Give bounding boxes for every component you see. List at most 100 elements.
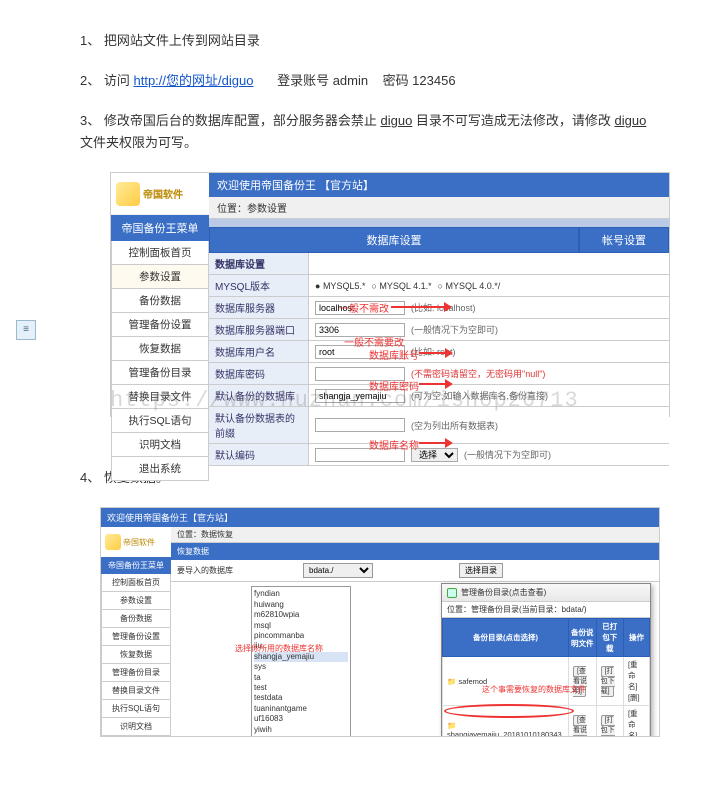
menu-item-mgmt-dir[interactable]: 管理备份目录 (111, 361, 209, 385)
field-label-user: 数据库用户名 (209, 341, 309, 362)
list-item[interactable]: huiwang (254, 600, 348, 610)
cell-dir: shangjayemajiu_20181010180343 (447, 730, 562, 737)
menu-item-params[interactable]: 参数设置 (111, 265, 209, 289)
step-text: 文件夹权限为可写。 (80, 135, 197, 150)
menu-item-restore[interactable]: 恢复数据 (101, 646, 171, 664)
step-1: 1、 把网站文件上传到网站目录 (80, 30, 647, 52)
menu-item-exit[interactable]: 退出系统 (111, 457, 209, 481)
menu-item[interactable]: 管理备份设置 (101, 628, 171, 646)
menu-item[interactable]: 备份数据 (101, 610, 171, 628)
sidebar: 帝国软件 帝国备份王菜单 控制面板首页 参数设置 备份数据 管理备份设置 恢复数… (111, 173, 209, 416)
tab-db-settings[interactable]: 数据库设置 (209, 227, 579, 253)
table-row[interactable]: 📁 safemod [查看说明] [打包下载] [重命名][删] (443, 657, 650, 706)
list-item[interactable]: fyndian (254, 589, 348, 599)
step-num: 2、 (80, 73, 100, 88)
menu-item-home[interactable]: 控制面板首页 (111, 241, 209, 265)
list-item[interactable]: yjmall (254, 735, 348, 738)
list-item[interactable]: testdata (254, 693, 348, 703)
menu-item-sql[interactable]: 执行SQL语句 (111, 409, 209, 433)
field-label-pwd: 数据库密码 (209, 363, 309, 384)
select-dir-button[interactable]: 选择目录 (459, 563, 503, 578)
step-2: 2、 访问 http://您的网址/diguo 登录账号 admin 密码 12… (80, 70, 647, 92)
popup-icon (447, 588, 457, 598)
th: 操作 (623, 619, 649, 657)
select-db[interactable]: bdata./ (303, 563, 373, 578)
field-label-defdb: 默认备份的数据库 (209, 385, 309, 406)
menu-item-replace[interactable]: 替换目录文件 (111, 385, 209, 409)
field-label-server: 数据库服务器 (209, 297, 309, 318)
menu-item[interactable]: 管理备份目录 (101, 664, 171, 682)
screenshot-2: 欢迎使用帝国备份王【官方站】 帝国软件 帝国备份王菜单 控制面板首页 参数设置 … (100, 507, 660, 737)
panel-header: 欢迎使用帝国备份王 【官方站】 (209, 173, 669, 197)
tabs: 数据库设置 帐号设置 (209, 227, 669, 253)
cell-ops[interactable]: [重命名][删] (623, 706, 649, 738)
topbar: 恢复数据 (171, 543, 659, 560)
th: 已打包下载 (596, 619, 623, 657)
list-item[interactable]: msql (254, 621, 348, 631)
field-note: (一般情况下为空即可) (464, 448, 551, 461)
popup-dialog: 管理备份目录(点击查看) 位置：管理备份目录(当前目录：bdata/) 备份目录… (441, 583, 651, 737)
radio-opt[interactable]: ○ MYSQL 4.1.* (371, 281, 431, 291)
radio-opt[interactable]: ● MYSQL5.* (315, 281, 365, 291)
breadcrumb: 位置：参数设置 (209, 197, 669, 219)
field-label-charset: 默认编码 (209, 444, 309, 465)
list-item[interactable]: m62810wpia (254, 610, 348, 620)
table-row[interactable]: 📁 shangjayemajiu_20181010180343 [查看说明] [… (443, 706, 650, 738)
anno-db-pwd: 数据库密码 (369, 378, 419, 393)
menu-item[interactable]: 执行SQL语句 (101, 700, 171, 718)
menu-item-backup[interactable]: 备份数据 (111, 289, 209, 313)
logo-icon (116, 182, 140, 206)
anno-restore-file: 这个事需要恢复的数据库文件 (482, 684, 586, 695)
anno-db-account: 数据库账号 (369, 347, 419, 362)
menu-item[interactable]: 替换目录文件 (101, 682, 171, 700)
step-text: 修改帝国后台的数据库配置，部分服务器会禁止 (104, 113, 381, 128)
screenshot-1: 帝国软件 帝国备份王菜单 控制面板首页 参数设置 备份数据 管理备份设置 恢复数… (110, 172, 670, 417)
cell-ops[interactable]: [重命名][删] (623, 657, 649, 706)
tab-account-settings[interactable]: 帐号设置 (579, 227, 669, 253)
red-arrow-icon (419, 442, 447, 444)
url-link[interactable]: http://您的网址/diguo (134, 73, 254, 88)
list-item[interactable]: ta (254, 673, 348, 683)
login-account: 登录账号 admin (277, 73, 368, 88)
list-item[interactable]: pincommanba (254, 631, 348, 641)
menu-title: 帝国备份王菜单 (101, 557, 171, 574)
list-item[interactable]: test (254, 683, 348, 693)
list-item[interactable]: uf16083 (254, 714, 348, 724)
radio-opt[interactable]: ○ MYSQL 4.0.*/ (438, 281, 501, 291)
screenshot-2-wrap: 欢迎使用帝国备份王【官方站】 帝国软件 帝国备份王菜单 控制面板首页 参数设置 … (100, 507, 647, 737)
list-item[interactable]: yiwih (254, 725, 348, 735)
step-text: 访问 (104, 73, 130, 88)
field-label-port: 数据库服务器端口 (209, 319, 309, 340)
breadcrumb: 位置：数据恢复 (171, 527, 659, 543)
folder-name-1: diguo (380, 113, 412, 128)
menu-item-restore[interactable]: 恢复数据 (111, 337, 209, 361)
db-listbox[interactable]: fyndian huiwang m62810wpia msql pincomma… (251, 586, 351, 737)
menu-item[interactable]: 退出系统 (101, 736, 171, 737)
input-prefix[interactable] (315, 418, 405, 432)
list-item[interactable]: tuaninantgame (254, 704, 348, 714)
logo-text: 帝国软件 (143, 186, 183, 201)
field-note: (一般情况下为空即可) (411, 323, 498, 336)
form: 数据库设置 MYSQL版本 ● MYSQL5.* ○ MYSQL 4.1.* ○… (209, 253, 669, 466)
th: 备份目录(点击选择) (443, 619, 569, 657)
download-button[interactable]: [打包下载] (601, 666, 615, 697)
main-panel: 欢迎使用帝国备份王 【官方站】 位置：参数设置 数据库设置 帐号设置 数据库设置… (209, 173, 669, 416)
step-num: 4、 (80, 470, 100, 485)
ctl-label: 要导入的数据库 (177, 565, 233, 576)
red-arrow-icon (419, 383, 447, 385)
section-label: 数据库设置 (209, 253, 309, 274)
logo-text: 帝国软件 (123, 537, 155, 548)
menu-item[interactable]: 参数设置 (101, 592, 171, 610)
popup-header: 管理备份目录(点击查看) (442, 584, 650, 602)
menu-title: 帝国备份王菜单 (111, 215, 209, 241)
anno-db-name: 数据库名称 (369, 437, 419, 452)
download-button[interactable]: [打包下载] (601, 715, 615, 737)
menu-item-docs[interactable]: 识明文档 (111, 433, 209, 457)
menu-item[interactable]: 识明文档 (101, 718, 171, 736)
panel-header: 欢迎使用帝国备份王【官方站】 (101, 508, 659, 527)
menu-item-mgmt-backup[interactable]: 管理备份设置 (111, 313, 209, 337)
doc-sidebar-icon: ≡ (16, 320, 36, 340)
list-item[interactable]: sys (254, 662, 348, 672)
menu-item[interactable]: 控制面板首页 (101, 574, 171, 592)
view-desc-button[interactable]: [查看说明] (573, 715, 587, 737)
